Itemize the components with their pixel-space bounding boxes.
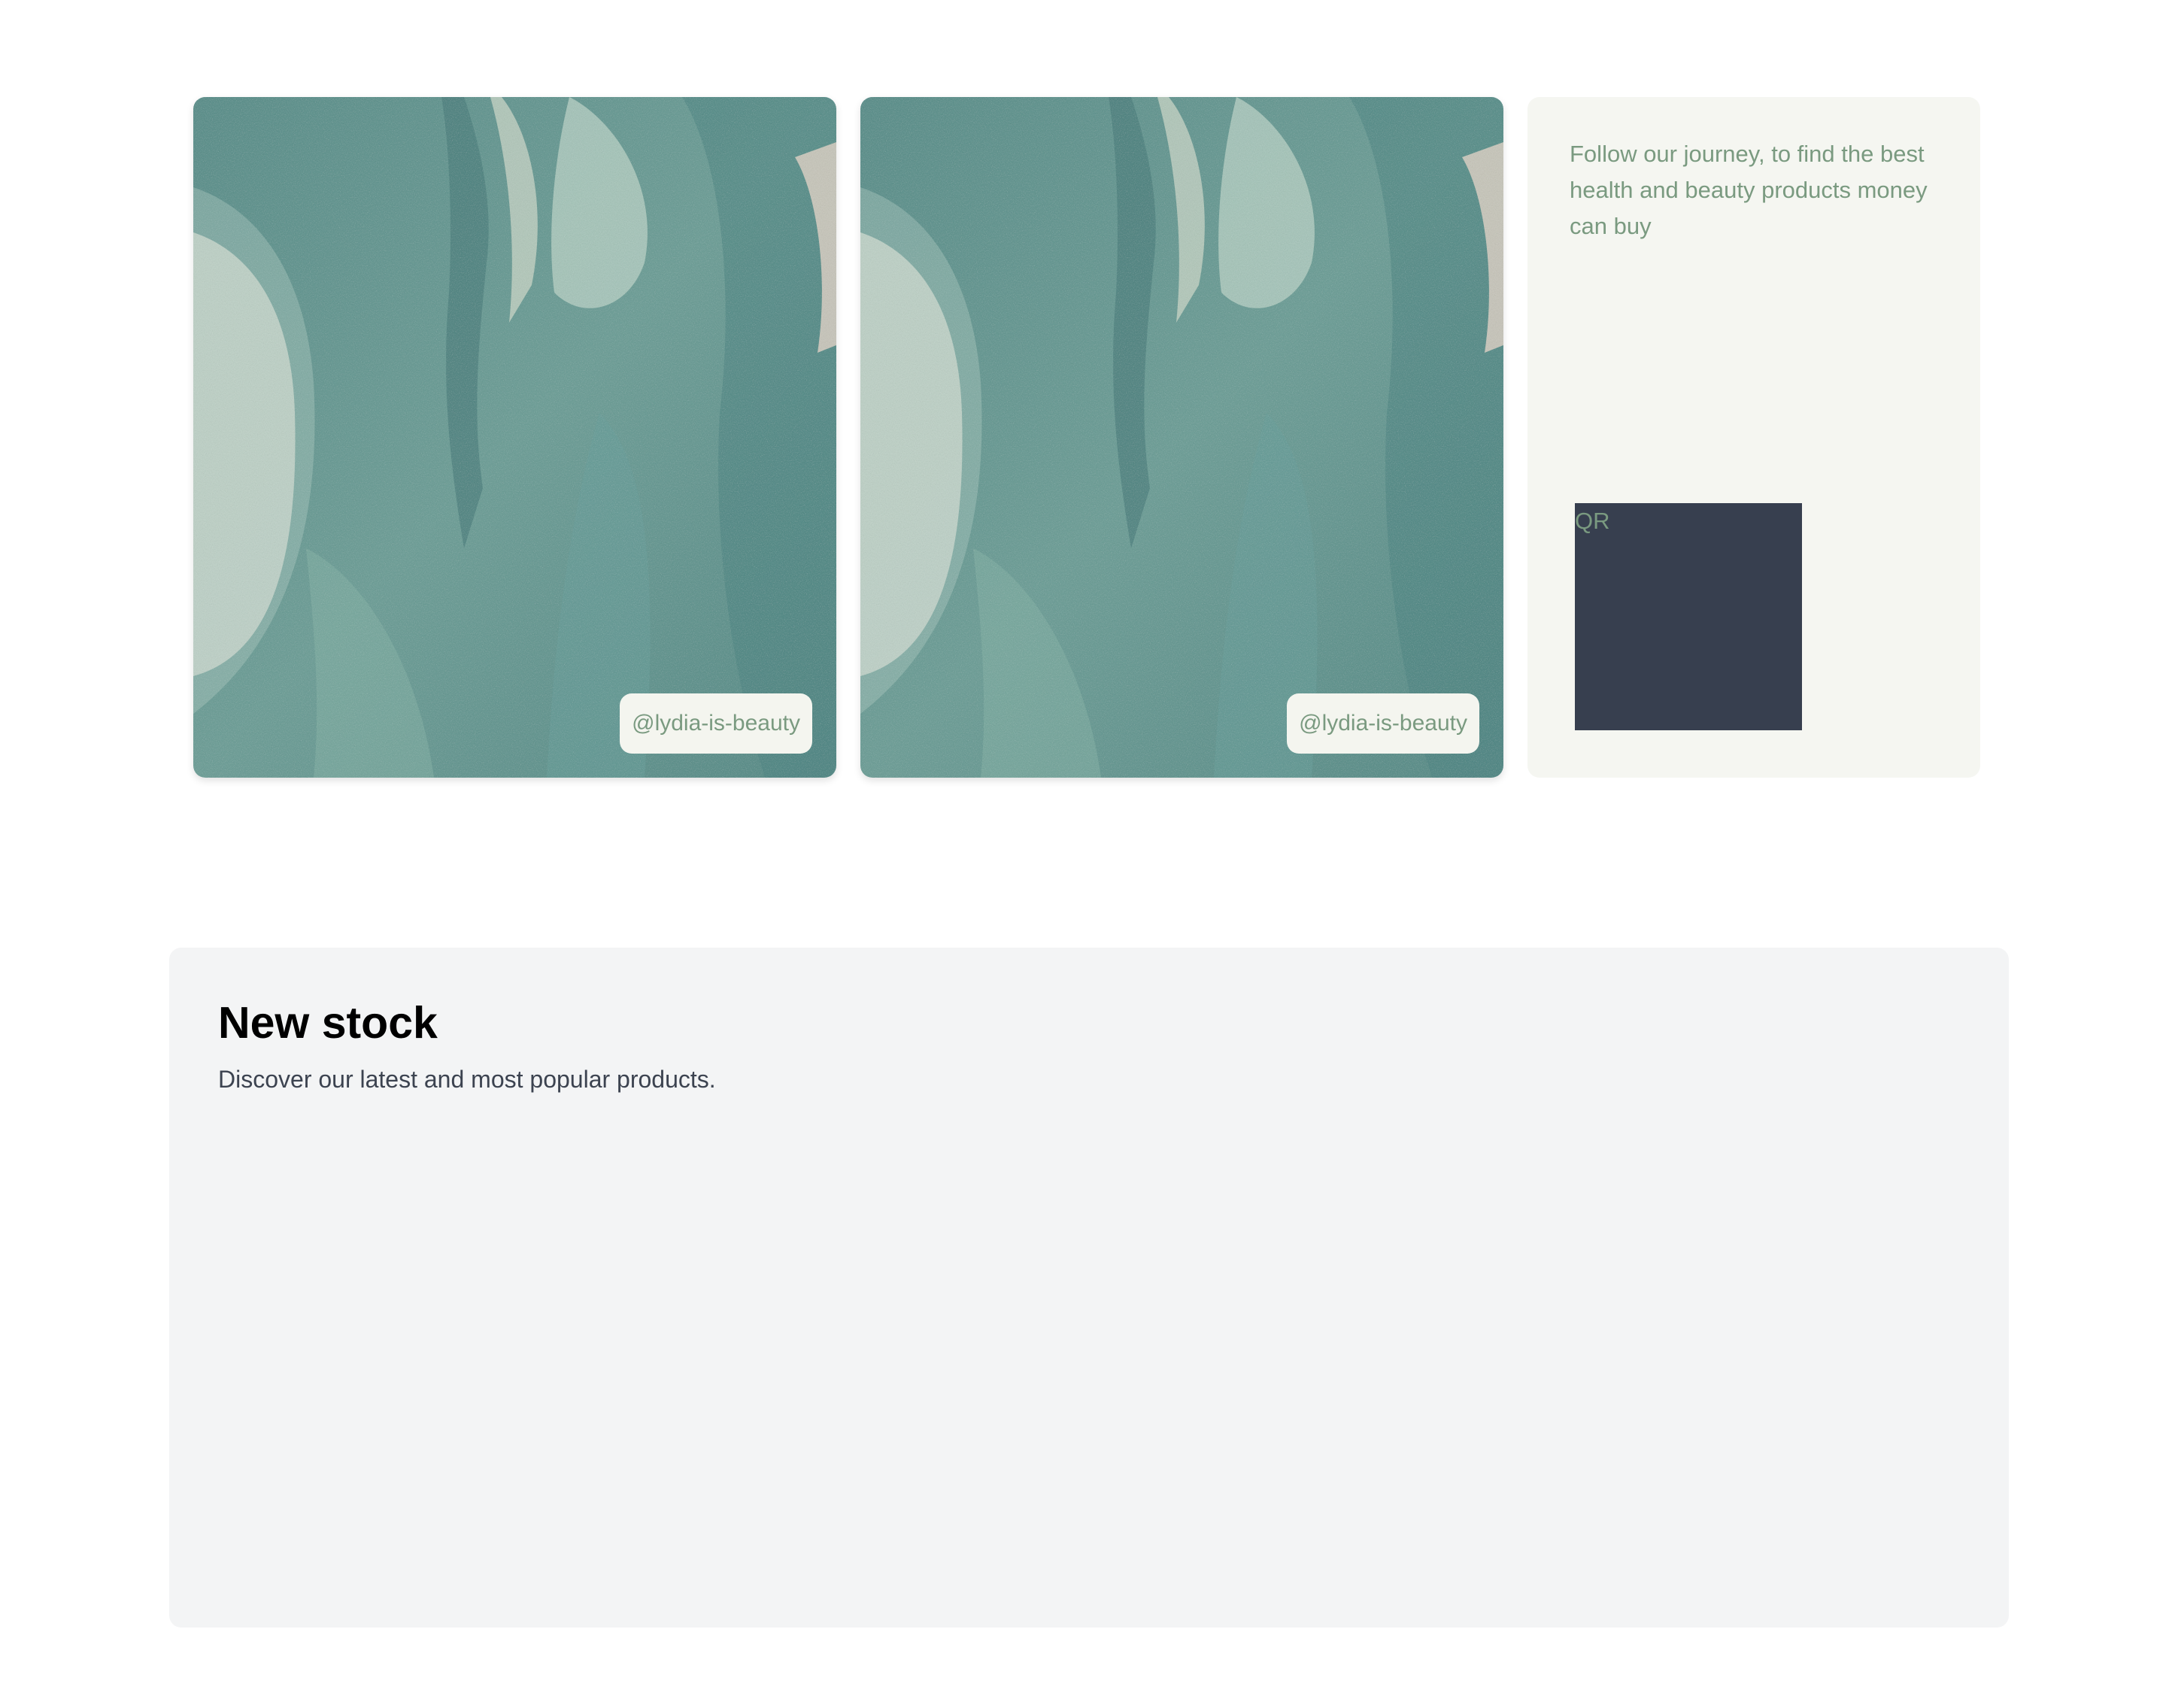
- social-photo-card[interactable]: @lydia-is-beauty: [193, 97, 836, 778]
- texture-image: [860, 97, 1503, 778]
- follow-card: Follow our journey, to find the best hea…: [1527, 97, 1980, 778]
- social-handle-badge[interactable]: @lydia-is-beauty: [620, 693, 812, 754]
- texture-image: [193, 97, 836, 778]
- social-photo-card[interactable]: @lydia-is-beauty: [860, 97, 1503, 778]
- section-subtitle: Discover our latest and most popular pro…: [218, 1066, 716, 1093]
- social-handle-badge[interactable]: @lydia-is-beauty: [1287, 693, 1479, 754]
- new-stock-section: New stock Discover our latest and most p…: [169, 948, 2009, 1628]
- follow-text: Follow our journey, to find the best hea…: [1570, 141, 1928, 239]
- qr-label: QR: [1575, 508, 1610, 534]
- section-title: New stock: [218, 998, 438, 1048]
- social-gallery: @lydia-is-beauty @lydia-is-beauty Follow…: [193, 97, 1980, 778]
- qr-code-placeholder[interactable]: QR: [1575, 503, 1802, 730]
